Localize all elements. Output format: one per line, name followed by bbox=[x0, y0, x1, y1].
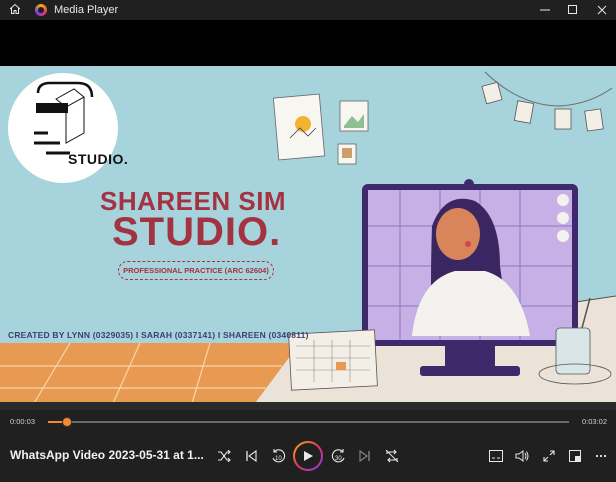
phone-icon bbox=[557, 194, 569, 206]
next-icon[interactable] bbox=[357, 448, 373, 464]
playback-controls: 0:00:03 0:03:02 WhatsApp Video 2023-05-3… bbox=[0, 410, 616, 482]
skip-forward-icon[interactable]: 30 bbox=[331, 448, 347, 464]
minimize-button[interactable] bbox=[531, 0, 559, 20]
app-logo-icon bbox=[35, 4, 47, 16]
video-heading-studio: STUDIO. bbox=[112, 210, 282, 254]
total-time: 0:03:02 bbox=[582, 417, 608, 426]
play-icon bbox=[295, 443, 321, 469]
more-options-icon[interactable] bbox=[593, 448, 609, 464]
play-button[interactable] bbox=[293, 441, 323, 471]
volume-icon[interactable] bbox=[514, 448, 530, 464]
course-pill: PROFESSIONAL PRACTICE (ARC 62604) bbox=[118, 261, 274, 280]
home-icon[interactable] bbox=[9, 3, 21, 18]
studio-logo: STUDIO. bbox=[8, 73, 128, 183]
camera-icon bbox=[557, 230, 569, 242]
microphone-icon bbox=[557, 212, 569, 224]
credits-text: CREATED BY LYNN (0329035) I SARAH (03371… bbox=[8, 330, 309, 340]
window-title: Media Player bbox=[54, 4, 119, 16]
close-button[interactable] bbox=[588, 0, 616, 20]
svg-text:10: 10 bbox=[275, 456, 282, 462]
subtitles-icon[interactable] bbox=[488, 448, 504, 464]
video-frame[interactable]: STUDIO. SHAREEN SIM STUDIO. PROFESSIONAL… bbox=[0, 66, 616, 410]
seek-bar[interactable] bbox=[48, 421, 569, 423]
fullscreen-icon[interactable] bbox=[541, 448, 557, 464]
current-time: 0:00:03 bbox=[10, 417, 36, 426]
logo-text: STUDIO. bbox=[68, 151, 129, 167]
repeat-icon[interactable] bbox=[384, 448, 400, 464]
mini-player-icon[interactable] bbox=[567, 448, 583, 464]
shuffle-icon[interactable] bbox=[216, 448, 232, 464]
svg-text:30: 30 bbox=[335, 456, 342, 462]
title-bar: Media Player bbox=[0, 0, 616, 20]
skip-back-icon[interactable]: 10 bbox=[270, 448, 286, 464]
seek-thumb[interactable] bbox=[62, 417, 72, 427]
previous-icon[interactable] bbox=[243, 448, 259, 464]
maximize-button[interactable] bbox=[559, 0, 587, 20]
media-title: WhatsApp Video 2023-05-31 at 1... bbox=[10, 448, 204, 462]
